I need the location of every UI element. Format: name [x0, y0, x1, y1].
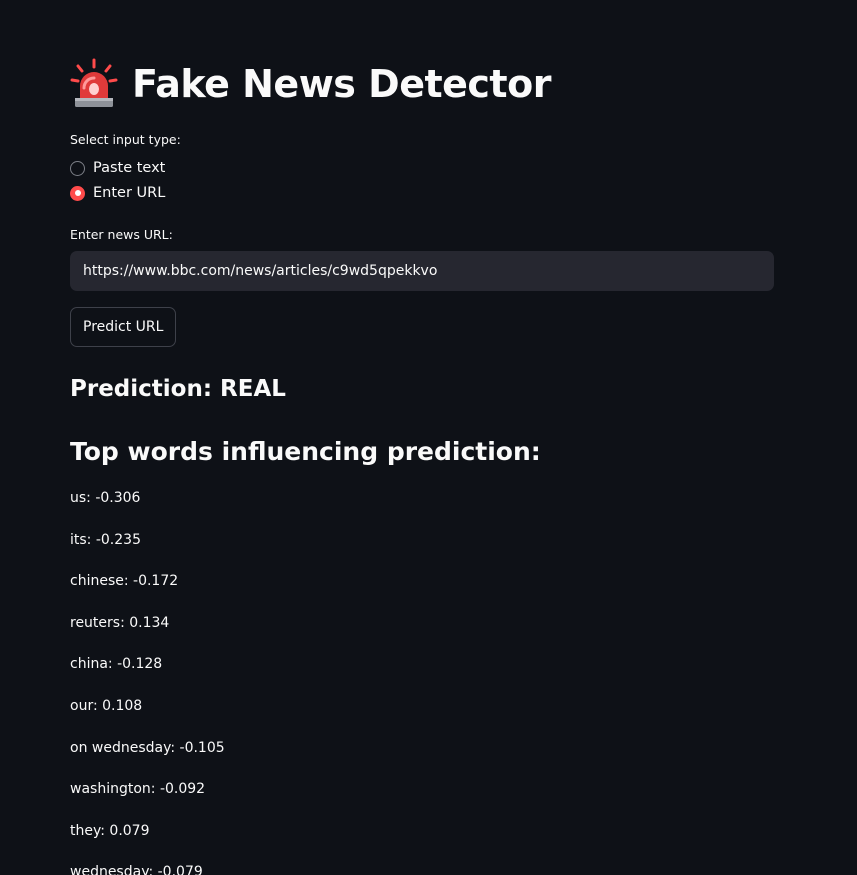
url-input-value: https://www.bbc.com/news/articles/c9wd5q…: [83, 263, 438, 279]
list-item: washington: -0.092: [70, 781, 206, 798]
list-item: on wednesday: -0.105: [70, 739, 225, 756]
radio-paste-text[interactable]: Paste text: [70, 160, 165, 176]
title-text: Fake News Detector: [132, 62, 551, 106]
list-item: china: -0.128: [70, 656, 163, 673]
predict-url-button[interactable]: Predict URL: [70, 307, 177, 347]
app-main: Fake News Detector Select input type: Pa…: [0, 0, 857, 875]
list-item: its: -0.235: [70, 531, 141, 548]
list-item: chinese: -0.172: [70, 573, 179, 590]
url-field-label: Enter news URL:: [70, 227, 173, 242]
list-item: us: -0.306: [70, 490, 141, 506]
radio-enter-url[interactable]: Enter URL: [70, 185, 165, 201]
list-item: reuters: 0.134: [70, 614, 170, 631]
top-words-list: us: -0.306 its: -0.235 chinese: -0.172 r…: [70, 488, 225, 875]
page-title: Fake News Detector: [70, 58, 551, 110]
url-input[interactable]: https://www.bbc.com/news/articles/c9wd5q…: [70, 251, 774, 291]
radio-paste-text-label: Paste text: [93, 160, 166, 176]
rotating-light-icon: [70, 58, 118, 110]
list-item: wednesday: -0.079: [70, 864, 203, 875]
radio-checked-icon[interactable]: [70, 185, 85, 201]
list-item: our: 0.108: [70, 697, 143, 714]
input-type-label: Select input type:: [70, 132, 181, 147]
radio-enter-url-label: Enter URL: [93, 185, 166, 201]
radio-unchecked-icon[interactable]: [70, 160, 85, 176]
prediction-result: Prediction: REAL: [70, 376, 286, 402]
list-item: they: 0.079: [70, 822, 150, 839]
top-words-heading: Top words influencing prediction:: [70, 437, 541, 466]
